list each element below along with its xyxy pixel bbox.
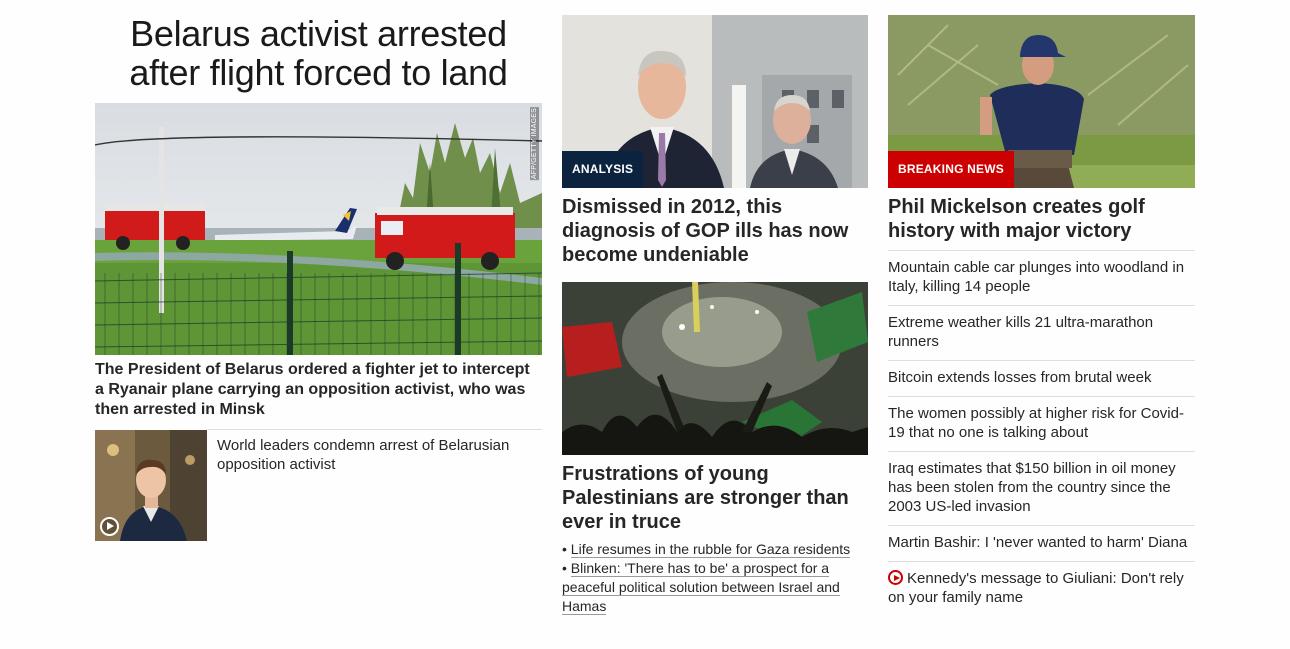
headline-list-item[interactable]: Martin Bashir: I 'never wanted to harm' …: [888, 525, 1195, 561]
story3-headline[interactable]: Phil Mickelson creates golf history with…: [888, 195, 1188, 243]
headline-list-item[interactable]: Mountain cable car plunges into woodland…: [888, 250, 1195, 305]
bullet-link-text[interactable]: peaceful political solution between Isra…: [562, 579, 840, 596]
related-story-thumbnail[interactable]: [95, 430, 207, 541]
headline-list-item[interactable]: Bitcoin extends losses from brutal week: [888, 360, 1195, 396]
bullet-link-text[interactable]: Hamas: [562, 598, 607, 615]
lead-caption[interactable]: The President of Belarus ordered a fight…: [95, 360, 542, 420]
headline-list-item[interactable]: Extreme weather kills 21 ultra-marathon …: [888, 305, 1195, 360]
story2-headline[interactable]: Frustrations of young Palestinians are s…: [562, 462, 862, 534]
lead-headline[interactable]: Belarus activist arrested after flight f…: [95, 14, 542, 92]
play-icon[interactable]: [100, 517, 119, 536]
story1-headline[interactable]: Dismissed in 2012, this diagnosis of GOP…: [562, 195, 868, 267]
bullet-link[interactable]: • Blinken: 'There has to be' a prospect …: [562, 559, 868, 616]
bullet-link-text[interactable]: Blinken: 'There has to be' a prospect fo…: [570, 560, 830, 577]
related-story[interactable]: World leaders condemn arrest of Belarusi…: [95, 430, 542, 541]
headline-list-item-text: Kennedy's message to Giuliani: Don't rel…: [888, 570, 1184, 606]
video-play-icon: [888, 570, 903, 585]
breaking-news-label: BREAKING NEWS: [888, 151, 1014, 188]
lead-image[interactable]: AFP/GETTY IMAGES: [95, 103, 542, 355]
headline-list: Mountain cable car plunges into woodland…: [888, 250, 1195, 616]
lead-story-column: Belarus activist arrested after flight f…: [95, 0, 542, 541]
headline-list-item-video[interactable]: Kennedy's message to Giuliani: Don't rel…: [888, 561, 1195, 616]
related-bullets: • Life resumes in the rubble for Gaza re…: [562, 540, 868, 616]
analysis-label: ANALYSIS: [562, 151, 644, 188]
story1-image[interactable]: ANALYSIS: [562, 15, 868, 188]
bullet-link-text[interactable]: Life resumes in the rubble for Gaza resi…: [570, 541, 851, 558]
photo-credit: AFP/GETTY IMAGES: [530, 107, 539, 181]
story3-image[interactable]: BREAKING NEWS: [888, 15, 1195, 188]
related-story-headline[interactable]: World leaders condemn arrest of Belarusi…: [217, 436, 537, 474]
headline-list-item[interactable]: Iraq estimates that $150 billion in oil …: [888, 451, 1195, 525]
bullet-link[interactable]: • Life resumes in the rubble for Gaza re…: [562, 540, 868, 559]
story2-image[interactable]: [562, 282, 868, 455]
headline-list-item[interactable]: The women possibly at higher risk for Co…: [888, 396, 1195, 451]
